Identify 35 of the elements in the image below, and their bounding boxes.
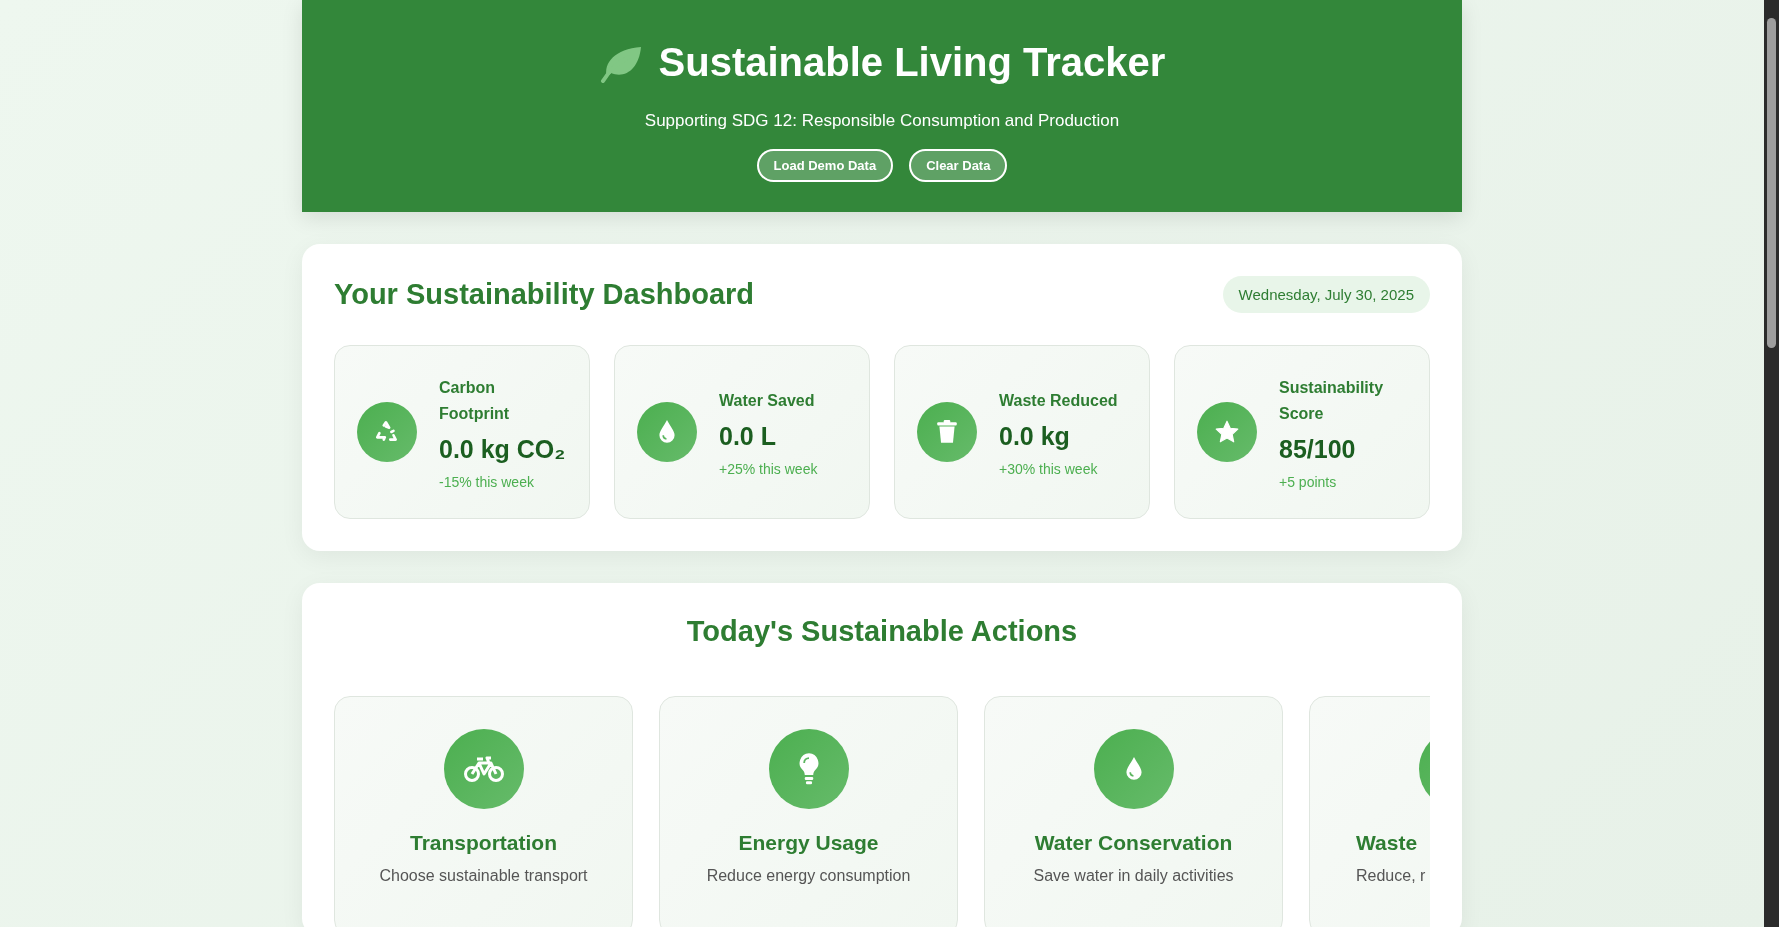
- category-description: Choose sustainable transport: [379, 867, 588, 885]
- category-title: Waste: [1356, 831, 1418, 855]
- stat-value: 0.0 kg CO₂: [439, 434, 566, 464]
- stat-change: -15% this week: [439, 473, 535, 490]
- stat-change: +25% this week: [719, 460, 818, 477]
- stat-value: 0.0 kg: [999, 421, 1071, 451]
- stat-change: +30% this week: [999, 460, 1099, 477]
- section-title: Your Sustainability Dashboard: [334, 278, 755, 311]
- trash-can-icon: [936, 419, 958, 445]
- water-drop-icon: [656, 419, 678, 445]
- stat-value: 85/100: [1279, 434, 1357, 464]
- stat-change: +5 points: [1279, 473, 1338, 490]
- bicycle-icon: [462, 754, 505, 784]
- category-card[interactable]: Energy Usage Reduce energy consumption: [659, 696, 958, 927]
- stat-label: Waste Reduced: [999, 390, 1118, 411]
- category-card[interactable]: Waste Reduce, r: [1309, 696, 1430, 927]
- stat-label: Water Saved: [719, 390, 816, 411]
- category-title: Energy Usage: [738, 831, 879, 855]
- app-title: Sustainable Living Tracker: [658, 40, 1166, 85]
- scrollbar-thumb[interactable]: [1767, 18, 1776, 348]
- stat-label: Carbon Footprint: [439, 377, 511, 424]
- category-card[interactable]: Water Conservation Save water in daily activities: [984, 696, 1283, 927]
- star-icon: [1214, 419, 1240, 445]
- category-title: Transportation: [410, 831, 557, 855]
- category-title: Water Conservation: [1034, 831, 1233, 855]
- category-description: Save water in daily activities: [1033, 867, 1234, 885]
- stat-value: 0.0 L: [719, 421, 777, 451]
- category-description: Reduce energy consumption: [706, 867, 911, 885]
- date-badge: Wednesday, July 30, 2025: [1222, 276, 1430, 313]
- section-title: Today's Sustainable Actions: [685, 615, 1079, 648]
- category-description: Reduce, r: [1356, 867, 1426, 885]
- scrollbar[interactable]: [1764, 0, 1779, 927]
- subtitle: Supporting SDG 12: Responsible Consumption and Production: [644, 111, 1120, 131]
- stat-label: Sustainability Score: [1279, 377, 1385, 424]
- category-card[interactable]: Transportation Choose sustainable transport: [334, 696, 633, 927]
